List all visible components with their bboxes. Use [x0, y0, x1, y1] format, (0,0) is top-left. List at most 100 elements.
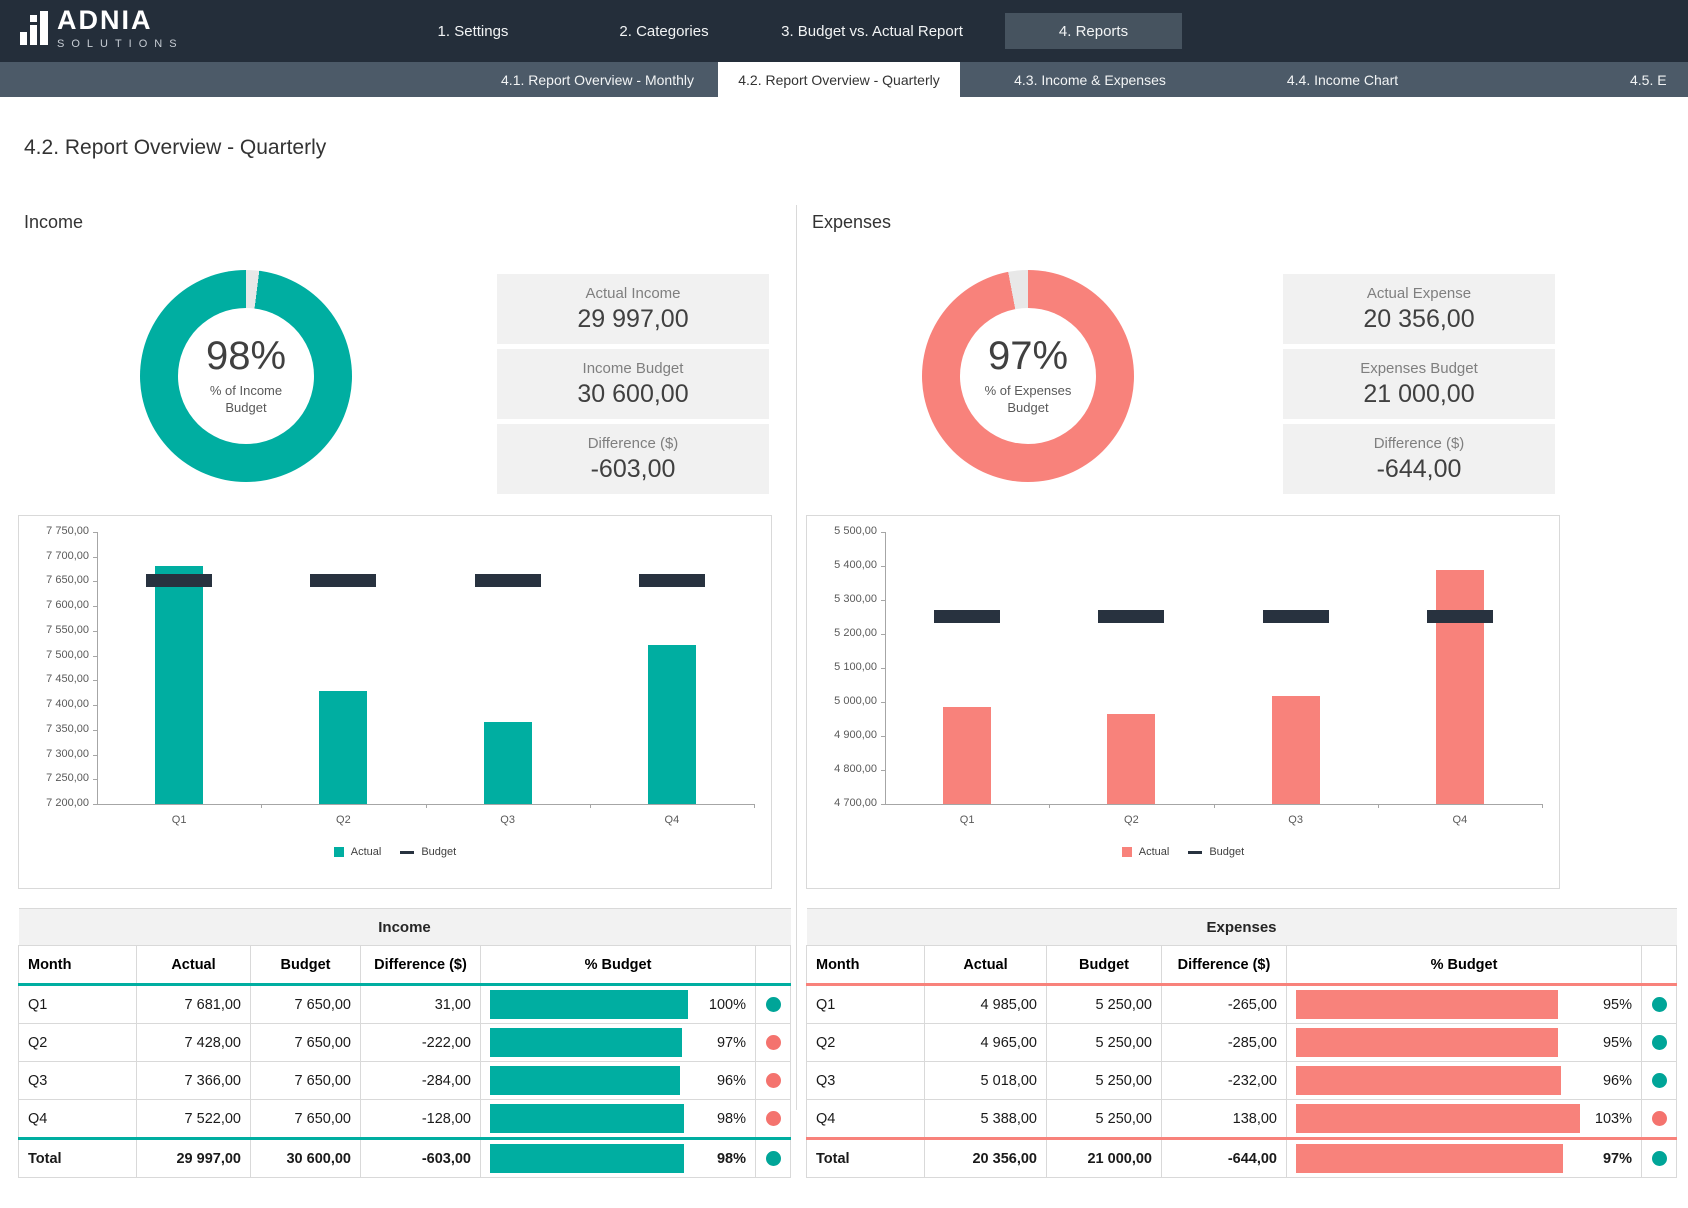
- y-axis-tick-label: 5 300,00: [807, 593, 877, 605]
- cell-status: [1642, 1100, 1677, 1139]
- cell-status: [756, 1024, 791, 1062]
- cell-difference: -644,00: [1162, 1139, 1287, 1178]
- y-axis-tick-label: 7 750,00: [19, 525, 89, 537]
- cell-budget: 7 650,00: [251, 1024, 361, 1062]
- cell-month: Q2: [807, 1024, 925, 1062]
- pct-bar: [490, 1144, 684, 1173]
- cell-difference: -603,00: [361, 1139, 481, 1178]
- y-axis-tick-label: 7 300,00: [19, 748, 89, 760]
- status-dot: [1652, 1073, 1667, 1088]
- legend-actual-swatch: [1122, 847, 1132, 857]
- cell-budget: 7 650,00: [251, 985, 361, 1024]
- budget-marker: [934, 610, 1000, 623]
- tab-report-overview-quarterly[interactable]: 4.2. Report Overview - Quarterly: [718, 62, 960, 97]
- table-row: Q37 366,007 650,00-284,0096%: [19, 1062, 791, 1100]
- pct-bar-track: [490, 1144, 694, 1173]
- nav-item-settings[interactable]: 1. Settings: [398, 0, 548, 62]
- legend-actual-label: Actual: [1139, 846, 1170, 858]
- pct-bar-track: [1296, 1104, 1580, 1133]
- cell-status: [1642, 1139, 1677, 1178]
- x-axis-label: Q2: [1101, 814, 1161, 826]
- actual-bar: [319, 691, 367, 804]
- income-table: Income Month Actual Budget Difference ($…: [18, 908, 791, 1178]
- nav-item-budget-vs-actual[interactable]: 3. Budget vs. Actual Report: [754, 0, 990, 62]
- pct-value: 103%: [1588, 1111, 1632, 1127]
- cell-status: [756, 1139, 791, 1178]
- app-window: ADNIA SOLUTIONS 1. Settings 2. Categorie…: [0, 0, 1688, 1208]
- y-axis-tick-label: 7 450,00: [19, 673, 89, 685]
- kpi-expenses-difference: Difference ($) -644,00: [1283, 424, 1555, 494]
- x-axis-tick: [1542, 804, 1543, 808]
- y-axis-line: [885, 532, 886, 804]
- pct-bar: [1296, 1066, 1561, 1095]
- cell-actual: 7 428,00: [137, 1024, 251, 1062]
- nav-item-categories[interactable]: 2. Categories: [579, 0, 749, 62]
- cell-pct-budget: 96%: [1287, 1062, 1642, 1100]
- pct-bar: [490, 990, 688, 1019]
- income-donut-caption: % of Income Budget: [190, 383, 302, 417]
- cell-status: [756, 1100, 791, 1139]
- cell-actual: 5 018,00: [925, 1062, 1047, 1100]
- income-bar-chart: 7 750,007 700,007 650,007 600,007 550,00…: [18, 515, 772, 889]
- cell-pct-budget: 98%: [481, 1100, 756, 1139]
- x-axis-tick: [1049, 804, 1050, 808]
- cell-status: [756, 1062, 791, 1100]
- y-axis-tick-label: 5 200,00: [807, 627, 877, 639]
- cell-month: Q1: [19, 985, 137, 1024]
- budget-marker: [1098, 610, 1164, 623]
- col-month: Month: [807, 946, 925, 985]
- pct-bar-track: [490, 1104, 694, 1133]
- tab-expense-chart-truncated[interactable]: 4.5. E: [1630, 62, 1688, 97]
- y-axis-line: [97, 532, 98, 804]
- cell-pct-budget: 103%: [1287, 1100, 1642, 1139]
- x-axis-label: Q1: [149, 814, 209, 826]
- top-navigation-bar: ADNIA SOLUTIONS 1. Settings 2. Categorie…: [0, 0, 1688, 62]
- status-dot: [766, 997, 781, 1012]
- pct-bar: [1296, 1028, 1558, 1057]
- cell-pct-budget: 97%: [481, 1024, 756, 1062]
- cell-pct-budget: 95%: [1287, 1024, 1642, 1062]
- income-kpi-stack: Actual Income 29 997,00 Income Budget 30…: [497, 274, 769, 499]
- income-donut-percentage: 98%: [206, 336, 286, 376]
- cell-month: Q4: [19, 1100, 137, 1139]
- col-difference: Difference ($): [361, 946, 481, 985]
- y-axis-tick-label: 7 600,00: [19, 599, 89, 611]
- expenses-section-title: Expenses: [812, 212, 891, 233]
- table-title-row: Income: [19, 909, 791, 946]
- x-axis-label: Q4: [642, 814, 702, 826]
- cell-difference: -284,00: [361, 1062, 481, 1100]
- cell-difference: -285,00: [1162, 1024, 1287, 1062]
- cell-status: [756, 985, 791, 1024]
- y-axis-tick-label: 7 400,00: [19, 698, 89, 710]
- table-row: Q35 018,005 250,00-232,0096%: [807, 1062, 1677, 1100]
- actual-bar: [1272, 696, 1320, 804]
- pct-bar: [1296, 1144, 1563, 1173]
- kpi-income-difference: Difference ($) -603,00: [497, 424, 769, 494]
- budget-marker: [639, 574, 705, 587]
- table-total-row: Total29 997,0030 600,00-603,0098%: [19, 1139, 791, 1178]
- actual-bar: [484, 722, 532, 804]
- legend-budget-label: Budget: [1209, 846, 1244, 858]
- actual-bar: [648, 645, 696, 804]
- pct-bar-track: [490, 990, 694, 1019]
- col-budget: Budget: [1047, 946, 1162, 985]
- pct-value: 96%: [1588, 1073, 1632, 1089]
- nav-item-reports[interactable]: 4. Reports: [1005, 13, 1182, 49]
- expenses-kpi-stack: Actual Expense 20 356,00 Expenses Budget…: [1283, 274, 1555, 499]
- status-dot: [1652, 997, 1667, 1012]
- tab-report-overview-monthly[interactable]: 4.1. Report Overview - Monthly: [455, 62, 740, 97]
- y-axis-tick-label: 5 000,00: [807, 695, 877, 707]
- x-axis-tick: [1378, 804, 1379, 808]
- pct-value: 97%: [702, 1035, 746, 1051]
- tab-income-expenses[interactable]: 4.3. Income & Expenses: [975, 62, 1205, 97]
- pct-bar-track: [1296, 1144, 1580, 1173]
- income-panel: Income 98% % of Income Budget Actual Inc…: [18, 200, 796, 1180]
- cell-status: [1642, 1062, 1677, 1100]
- legend-budget-swatch: [400, 851, 414, 854]
- tab-income-chart[interactable]: 4.4. Income Chart: [1245, 62, 1440, 97]
- income-section-title: Income: [24, 212, 83, 233]
- cell-actual: 7 522,00: [137, 1100, 251, 1139]
- pct-value: 97%: [1588, 1151, 1632, 1167]
- y-axis-tick-label: 5 500,00: [807, 525, 877, 537]
- report-tabs-bar: 4.1. Report Overview - Monthly 4.2. Repo…: [0, 62, 1688, 97]
